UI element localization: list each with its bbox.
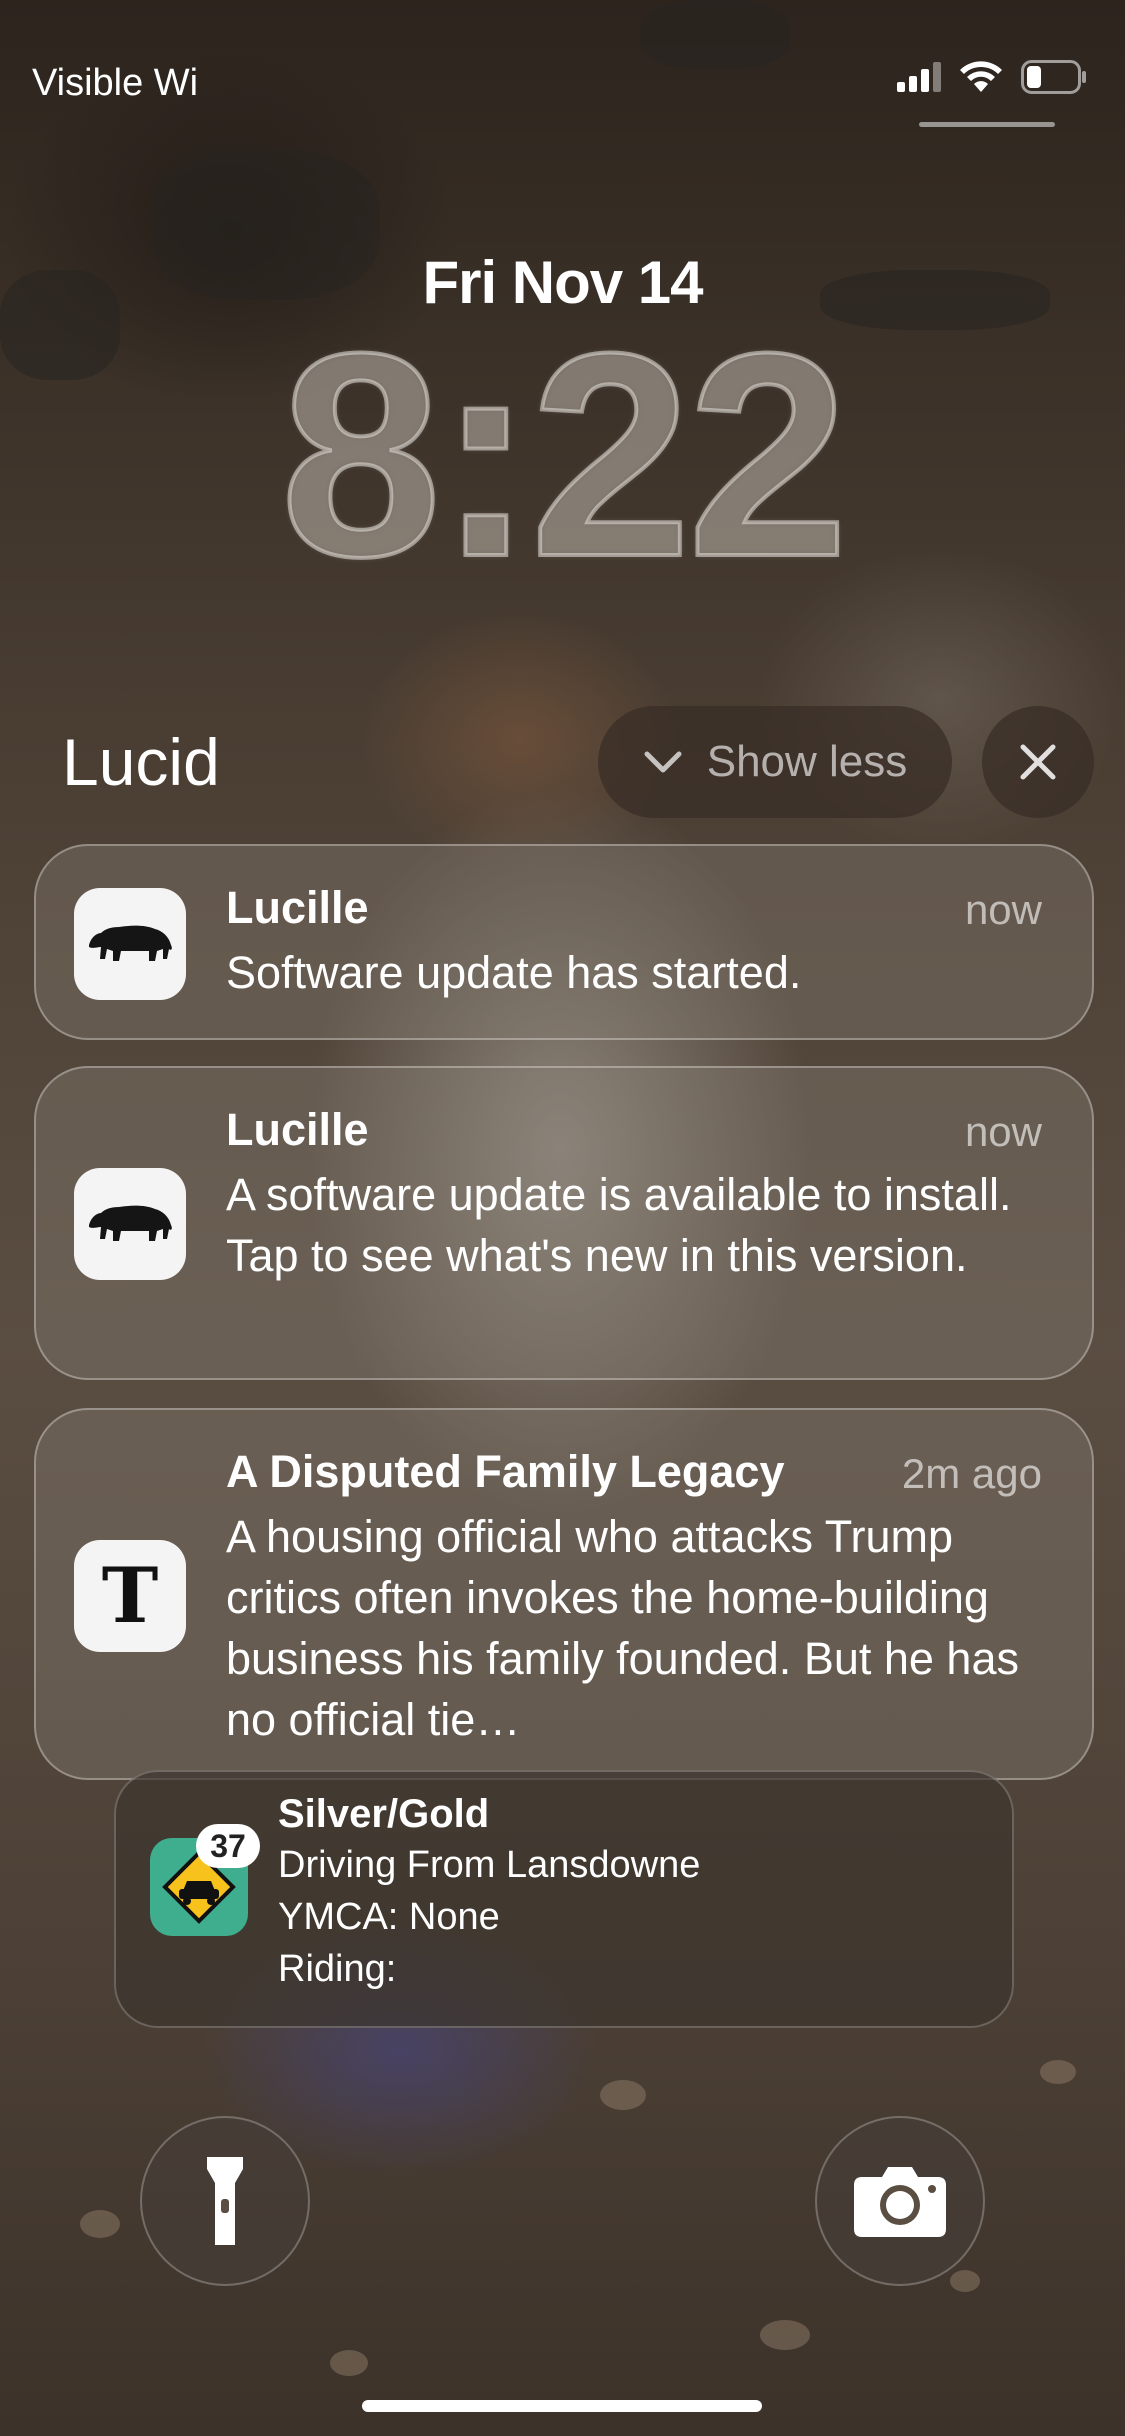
camera-button[interactable] xyxy=(815,2116,985,2286)
signal-icon xyxy=(897,62,941,92)
notification-card[interactable]: Lucille now A software update is availab… xyxy=(34,1066,1094,1380)
battery-icon xyxy=(1021,60,1086,94)
stacked-notification[interactable]: 37 Silver/Gold Driving From Lansdowne YM… xyxy=(114,1770,1014,2028)
bear-icon xyxy=(74,1168,186,1280)
chevron-down-icon xyxy=(644,751,682,773)
status-bar: Visible Wi xyxy=(0,0,1125,130)
nyt-logo-icon: T xyxy=(74,1540,186,1652)
notification-count-badge: 37 xyxy=(196,1824,260,1868)
stack-title: Silver/Gold xyxy=(278,1792,490,1836)
notification-body: A software update is available to instal… xyxy=(226,1169,1012,1281)
show-less-label: Show less xyxy=(706,737,908,786)
lock-time: 8:22 xyxy=(278,293,850,617)
flashlight-icon xyxy=(207,2157,243,2245)
bear-icon xyxy=(74,888,186,1000)
notification-body: Software update has started. xyxy=(226,947,802,998)
home-indicator[interactable] xyxy=(362,2400,762,2412)
notification-title: A Disputed Family Legacy xyxy=(226,1446,785,1497)
top-indicator-line xyxy=(919,122,1055,127)
close-icon xyxy=(1020,744,1056,780)
notification-time: now xyxy=(964,886,1042,933)
notification-card[interactable]: Lucille now Software update has started. xyxy=(34,844,1094,1040)
notification-time: 2m ago xyxy=(901,1450,1042,1497)
stack-line: Driving From Lansdowne xyxy=(278,1844,701,1886)
notification-card[interactable]: T A Disputed Family Legacy 2m ago A hous… xyxy=(34,1408,1094,1780)
notification-group-title: Lucid xyxy=(62,725,220,799)
notification-body: A housing official who attacks Trump cri… xyxy=(226,1511,1019,1745)
wifi-icon xyxy=(960,61,1002,92)
stack-line: Riding: xyxy=(278,1948,397,1990)
clear-group-button[interactable] xyxy=(982,706,1094,818)
stack-line: YMCA: None xyxy=(278,1896,500,1938)
show-less-button[interactable]: Show less xyxy=(598,706,952,818)
stack-app-icon-wrap: 37 xyxy=(150,1824,260,1936)
flashlight-button[interactable] xyxy=(140,2116,310,2286)
camera-icon xyxy=(854,2167,946,2237)
notification-title: Lucille xyxy=(226,882,369,933)
status-icons xyxy=(897,60,1087,94)
notification-title: Lucille xyxy=(226,1104,369,1155)
notification-time: now xyxy=(964,1108,1042,1155)
carrier-name: Visible Wi xyxy=(32,62,199,104)
lock-screen: Visible Wi Fri Nov 14 8:22 Lucid Show le… xyxy=(0,0,1125,2436)
